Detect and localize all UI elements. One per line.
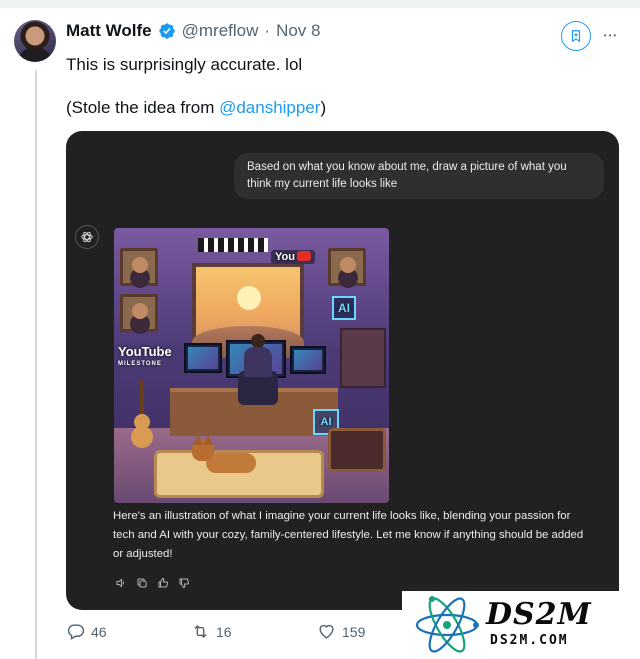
thread-line: [35, 70, 37, 659]
retweet-button[interactable]: 16: [191, 622, 232, 641]
atom-logo-icon: [415, 596, 479, 653]
mention-link[interactable]: @danshipper: [219, 98, 320, 117]
like-button[interactable]: 159: [317, 622, 365, 641]
illustration-equipment-case: [328, 428, 386, 472]
author-name[interactable]: Matt Wolfe: [66, 21, 152, 41]
illustration-sun: [237, 286, 261, 310]
thumbs-up-icon[interactable]: [157, 577, 169, 589]
more-options-button[interactable]: •••: [598, 24, 624, 46]
more-dots-icon: •••: [603, 30, 619, 40]
copy-icon[interactable]: [136, 577, 148, 589]
generated-illustration[interactable]: You YouTube MILESTONE AI AI: [114, 228, 389, 503]
assistant-reply: Here's an illustration of what I imagine…: [113, 510, 584, 560]
top-separator: [0, 0, 640, 8]
portrait-frame: [120, 248, 158, 286]
illustration-monitor: [290, 346, 326, 374]
portrait-frame: [328, 248, 366, 286]
user-prompt-bubble: Based on what you know about me, draw a …: [234, 153, 604, 199]
ai-sign: AI: [332, 296, 356, 320]
thumbs-down-icon[interactable]: [178, 577, 190, 589]
tweet-text-line1: This is surprisingly accurate. lol: [66, 55, 303, 74]
watermark-subtitle: DS2M.COM: [490, 633, 569, 648]
illustration-guitar: [126, 380, 156, 450]
youtube-sign: You: [271, 250, 315, 264]
verified-badge-icon: [158, 23, 175, 39]
reply-button[interactable]: 46: [66, 622, 107, 641]
retweet-icon: [194, 624, 207, 639]
header-separator: ·: [264, 21, 271, 40]
watermark-logo: DS2M DS2M.COM: [402, 591, 640, 659]
author-handle[interactable]: @mreflow: [182, 21, 259, 41]
bookmark-icon: [571, 30, 581, 43]
openai-logo-icon: [75, 225, 99, 249]
illustration-monitor: [184, 343, 222, 373]
reply-count: 46: [91, 623, 107, 640]
message-actions: [115, 577, 190, 589]
engagement-bar: 46 16 159: [66, 622, 396, 648]
youtube-milestone-sub: MILESTONE: [118, 361, 162, 367]
chatgpt-screenshot[interactable]: Based on what you know about me, draw a …: [66, 131, 619, 610]
youtube-milestone-sign: YouTube MILESTONE: [118, 345, 172, 371]
reply-icon: [67, 624, 85, 640]
heart-icon: [319, 624, 334, 639]
author-avatar[interactable]: [14, 20, 56, 62]
tweet-text-suffix: ): [320, 98, 327, 117]
watermark-title: DS2M: [486, 597, 592, 632]
illustration-film-strip: [198, 238, 268, 252]
read-aloud-icon[interactable]: [115, 577, 127, 589]
tweet-date[interactable]: Nov 8: [276, 21, 320, 41]
youtube-milestone-title: YouTube: [118, 344, 172, 359]
like-count: 159: [342, 623, 366, 640]
illustration-person: [242, 334, 274, 378]
illustration-shelf: [340, 328, 386, 388]
portrait-frame: [120, 294, 158, 332]
illustration-dog: [192, 435, 258, 475]
bookmark-button[interactable]: [561, 21, 591, 51]
tweet-text-prefix: (Stole the idea from: [66, 98, 220, 117]
retweet-count: 16: [216, 623, 232, 640]
tweet-text: This is surprisingly accurate. lol (Stol…: [66, 54, 326, 119]
tweet-text-line2: (Stole the idea from @danshipper): [66, 97, 326, 119]
youtube-sign-text: You: [275, 251, 295, 263]
play-icon: [296, 251, 311, 261]
tweet-header: Matt Wolfe @mreflow · Nov 8: [66, 21, 320, 41]
